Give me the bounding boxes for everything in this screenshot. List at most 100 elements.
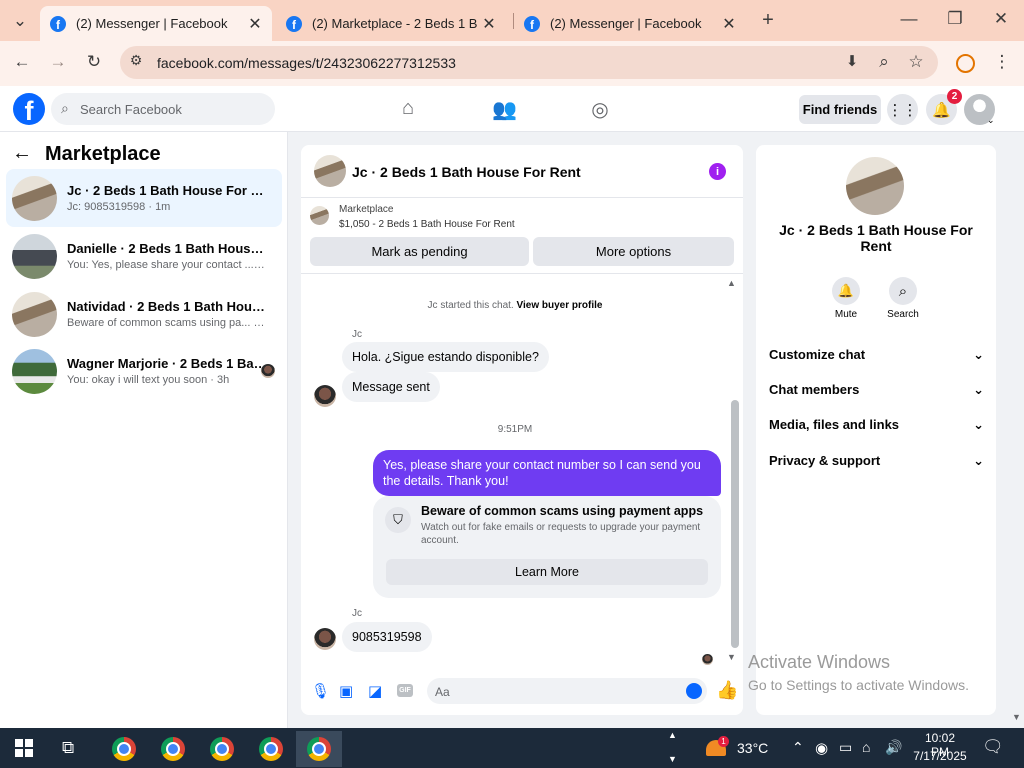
meet-now-icon[interactable]: ▭ xyxy=(839,739,852,756)
show-hidden-icons-icon[interactable]: ⌃ xyxy=(792,739,804,756)
listing-line[interactable]: $1,050 - 2 Beds 1 Bath House For Rent xyxy=(339,219,515,230)
message-input[interactable] xyxy=(427,678,707,704)
conversation-preview: Jc: 9085319598 · 1m xyxy=(67,201,171,213)
tab-close-icon[interactable]: ✕ xyxy=(718,14,740,34)
conversation-item[interactable]: Wagner Marjorie · 2 Beds 1 Bath... You: … xyxy=(6,342,282,400)
chat-header-thumbnail[interactable] xyxy=(314,155,346,187)
gif-icon[interactable]: GIF xyxy=(397,684,413,697)
friends-icon[interactable]: 👥 xyxy=(492,97,517,121)
menu-kebab-icon[interactable]: ⋮ xyxy=(990,52,1014,72)
bookmark-star-icon[interactable]: ☆ xyxy=(904,52,928,72)
task-view-icon[interactable]: ⧉ xyxy=(62,738,74,758)
sender-avatar[interactable] xyxy=(314,385,336,407)
forward-icon[interactable]: → xyxy=(46,52,70,72)
conversation-item[interactable]: Jc · 2 Beds 1 Bath House For Rent Jc: 90… xyxy=(6,169,282,227)
taskbar-chrome-3[interactable] xyxy=(202,731,242,767)
account-chevron-icon[interactable]: ⌄ xyxy=(987,115,995,126)
tab-marketplace[interactable]: f (2) Marketplace - 2 Beds 1 Bath ✕ xyxy=(280,6,506,41)
page-scroll-down-icon[interactable]: ▼ xyxy=(1012,712,1021,722)
location-icon[interactable]: ◉ xyxy=(815,739,828,757)
scroll-up-icon[interactable]: ▲ xyxy=(727,278,736,288)
scroll-down-icon[interactable]: ▼ xyxy=(727,652,736,662)
conversation-item[interactable]: Natividad · 2 Beds 1 Bath House F... Bew… xyxy=(6,285,282,343)
chrome-icon xyxy=(307,737,331,761)
learn-more-button[interactable]: Learn More xyxy=(386,559,708,585)
weather-badge: 1 xyxy=(718,736,729,747)
tab-close-icon[interactable]: ✕ xyxy=(478,14,500,34)
back-arrow-icon[interactable]: ← xyxy=(12,142,32,165)
search-icon[interactable]: ⌕ xyxy=(889,277,917,305)
clock-date[interactable]: 7/17/2025 xyxy=(910,749,970,763)
tab-messenger-1[interactable]: f (2) Messenger | Facebook ✕ xyxy=(40,6,272,41)
thumbs-up-icon[interactable]: 👍 xyxy=(716,680,738,701)
taskbar-scroll-up-icon[interactable]: ▲ xyxy=(668,730,677,740)
tab-title: (2) Messenger | Facebook xyxy=(550,16,702,31)
chat-scrollbar[interactable] xyxy=(731,400,739,648)
message-bubble-incoming[interactable]: Hola. ¿Sigue estando disponible? xyxy=(342,342,549,372)
window-close-icon[interactable]: ✕ xyxy=(989,9,1013,29)
chevron-down-icon: ⌄ xyxy=(973,417,984,432)
temperature[interactable]: 33°C xyxy=(737,740,768,756)
more-options-button[interactable]: More options xyxy=(533,237,734,266)
notification-center-icon[interactable]: 🗨 xyxy=(982,737,1004,757)
network-icon[interactable]: ⌂ xyxy=(862,739,870,755)
chevron-down-icon: ⌄ xyxy=(973,453,984,468)
mark-pending-button[interactable]: Mark as pending xyxy=(310,237,529,266)
install-app-icon[interactable]: ⬇ xyxy=(840,52,864,70)
new-tab-icon[interactable]: + xyxy=(756,9,780,32)
reload-icon[interactable]: ↻ xyxy=(82,52,106,72)
taskbar-chrome-4[interactable] xyxy=(251,731,291,767)
listing-thumbnail xyxy=(12,233,57,279)
taskbar-chrome-2[interactable] xyxy=(153,731,193,767)
listing-mini-thumbnail xyxy=(310,206,329,225)
mute-bell-icon[interactable]: 🔔 xyxy=(832,277,860,305)
privacy-support-row[interactable]: Privacy & support ⌄ xyxy=(769,453,984,469)
minimize-icon[interactable]: — xyxy=(897,9,921,29)
conversation-item[interactable]: Danielle · 2 Beds 1 Bath House For ... Y… xyxy=(6,227,282,285)
message-bubble-incoming[interactable]: Message sent xyxy=(342,372,440,402)
back-icon[interactable]: ← xyxy=(10,52,34,72)
row-label: Privacy & support xyxy=(769,453,881,468)
windows-start-icon[interactable] xyxy=(15,739,33,757)
start-pane xyxy=(25,739,33,747)
url-text[interactable]: facebook.com/messages/t/2432306227731253… xyxy=(157,55,456,71)
chat-title[interactable]: Jc · 2 Beds 1 Bath House For Rent xyxy=(352,164,581,180)
conversation-preview: You: Yes, please share your contact ... … xyxy=(67,259,267,271)
tab-messenger-2[interactable]: f (2) Messenger | Facebook ✕ xyxy=(518,6,746,41)
page-title: Marketplace xyxy=(45,143,161,165)
activate-windows-title: Activate Windows xyxy=(748,652,891,672)
start-pane xyxy=(15,749,23,757)
find-friends-button[interactable]: Find friends xyxy=(799,95,881,124)
zoom-icon[interactable]: ⌕ xyxy=(872,52,896,72)
chrome-icon xyxy=(259,737,283,761)
info-icon[interactable]: i xyxy=(709,163,726,180)
groups-icon[interactable]: ◎ xyxy=(588,97,612,121)
taskbar-chrome-1[interactable] xyxy=(104,731,144,767)
emoji-icon[interactable] xyxy=(686,683,702,699)
tab-close-icon[interactable]: ✕ xyxy=(244,14,266,34)
media-files-links-row[interactable]: Media, files and links ⌄ xyxy=(769,417,984,433)
customize-chat-row[interactable]: Customize chat ⌄ xyxy=(769,347,984,363)
profile-icon[interactable] xyxy=(956,54,975,73)
taskbar-scroll-down-icon[interactable]: ▼ xyxy=(668,754,677,764)
sender-avatar[interactable] xyxy=(314,628,336,650)
home-icon[interactable]: ⌂ xyxy=(396,97,420,121)
sticker-icon[interactable]: ◪ xyxy=(368,682,382,700)
photo-icon[interactable]: ▣ xyxy=(339,682,353,700)
message-bubble-incoming[interactable]: 9085319598 xyxy=(342,622,432,652)
volume-icon[interactable]: 🔊 xyxy=(885,739,902,756)
site-info-icon[interactable]: ⚙ xyxy=(124,52,148,69)
tab-search-icon[interactable]: ⌄ xyxy=(8,11,32,31)
chrome-icon xyxy=(210,737,234,761)
facebook-favicon-icon: f xyxy=(286,15,302,32)
notification-badge: 2 xyxy=(947,89,962,104)
menu-grid-icon[interactable]: ⋮⋮ xyxy=(887,94,918,125)
message-bubble-outgoing[interactable]: Yes, please share your contact number so… xyxy=(373,450,721,496)
taskbar-chrome-5-active[interactable] xyxy=(296,731,342,767)
facebook-logo[interactable]: f xyxy=(13,93,45,125)
chat-members-row[interactable]: Chat members ⌄ xyxy=(769,382,984,398)
view-buyer-profile-link[interactable]: View buyer profile xyxy=(516,300,602,311)
restore-icon[interactable]: ❐ xyxy=(943,9,967,29)
microphone-icon[interactable]: 🎙 xyxy=(311,682,330,700)
listing-profile-photo[interactable] xyxy=(846,157,904,215)
